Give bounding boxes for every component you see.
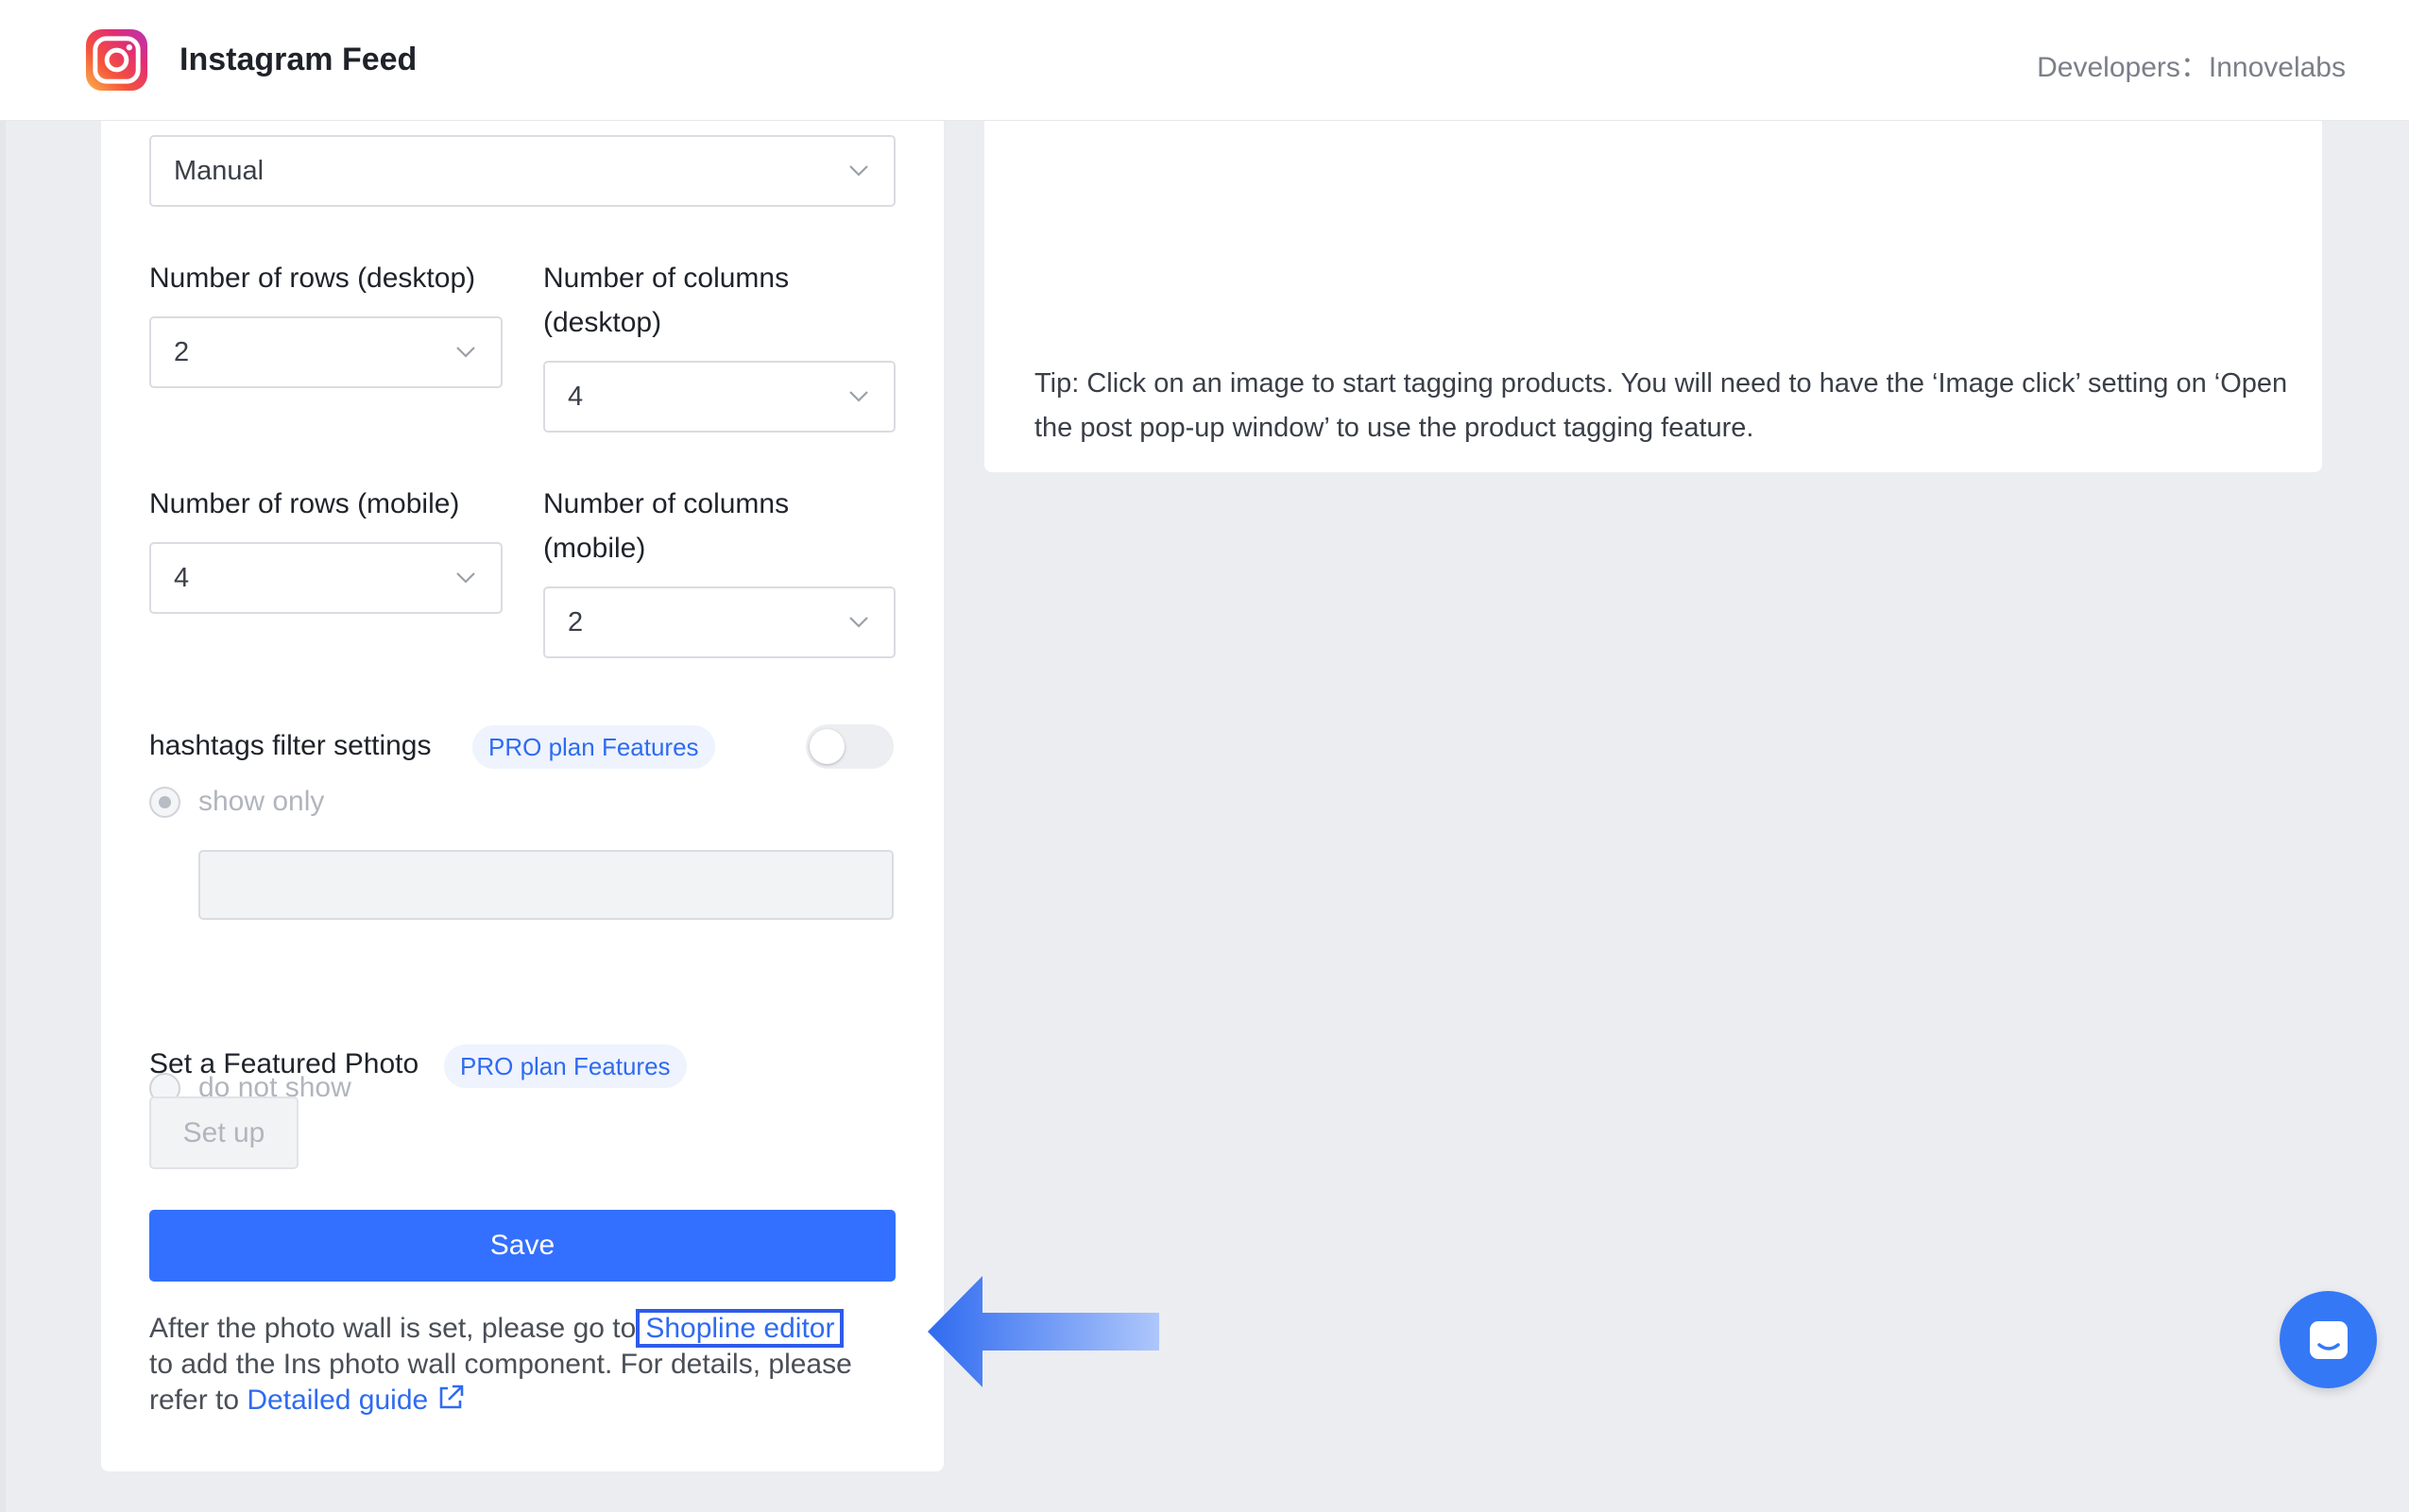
- chevron-down-icon: [849, 617, 868, 628]
- footer-text-before: After the photo wall is set, please go t…: [149, 1313, 637, 1344]
- cols-desktop-select[interactable]: 4: [543, 361, 896, 433]
- cols-mobile-label: Number of columns (mobile): [543, 482, 789, 570]
- app-title: Instagram Feed: [179, 42, 418, 77]
- cols-desktop-value: 4: [568, 381, 584, 412]
- cols-desktop-label-line1: Number of columns: [543, 263, 790, 294]
- footer-help-text: After the photo wall is set, please go t…: [149, 1309, 905, 1419]
- settings-card: Manual Number of rows (desktop) 2 Number…: [101, 121, 944, 1471]
- external-link-icon: [439, 1385, 464, 1409]
- shopline-editor-link[interactable]: Shopline editor: [636, 1309, 845, 1348]
- rows-desktop-value: 2: [174, 336, 190, 367]
- preview-card: Tip: Click on an image to start tagging …: [984, 121, 2322, 472]
- radio-show-only-label: show only: [198, 786, 325, 817]
- cols-desktop-label: Number of columns (desktop): [543, 256, 789, 345]
- chevron-down-icon: [456, 572, 475, 584]
- rows-mobile-value: 4: [174, 562, 190, 593]
- left-edge-strip: [0, 121, 6, 1512]
- chevron-down-icon: [849, 165, 868, 177]
- toggle-knob: [810, 729, 845, 764]
- detailed-guide-label: Detailed guide: [247, 1385, 429, 1416]
- setup-button[interactable]: Set up: [149, 1096, 299, 1169]
- mode-select-value: Manual: [174, 155, 265, 186]
- rows-desktop-select[interactable]: 2: [149, 316, 503, 388]
- featured-photo-label: Set a Featured Photo: [149, 1048, 419, 1079]
- chevron-down-icon: [849, 391, 868, 402]
- rows-desktop-label: Number of rows (desktop): [149, 263, 476, 294]
- developers-label: Developers：Innovelabs: [2037, 52, 2346, 83]
- pro-badge: PRO plan Features: [444, 1045, 687, 1088]
- pro-badge: PRO plan Features: [472, 725, 715, 769]
- detailed-guide-link[interactable]: Detailed guide: [247, 1385, 466, 1416]
- hashtags-input[interactable]: [198, 850, 894, 920]
- app-header: Instagram Feed Developers：Innovelabs: [0, 0, 2409, 121]
- cols-mobile-label-line2: (mobile): [543, 533, 646, 564]
- radio-show-only[interactable]: [149, 787, 180, 818]
- rows-mobile-select[interactable]: 4: [149, 542, 503, 614]
- chat-button[interactable]: [2280, 1291, 2377, 1388]
- save-button[interactable]: Save: [149, 1210, 896, 1282]
- hashtags-toggle[interactable]: [806, 724, 894, 769]
- cols-mobile-value: 2: [568, 606, 584, 637]
- hashtags-label: hashtags filter settings: [149, 730, 432, 761]
- instagram-logo: [85, 28, 148, 92]
- cols-desktop-label-line2: (desktop): [543, 307, 662, 338]
- chat-icon: [2309, 1320, 2348, 1359]
- rows-mobile-label: Number of rows (mobile): [149, 488, 460, 519]
- annotation-arrow-icon: [928, 1276, 1159, 1387]
- tagging-tip: Tip: Click on an image to start tagging …: [1034, 368, 2288, 443]
- cols-mobile-label-line1: Number of columns: [543, 488, 790, 519]
- mode-select[interactable]: Manual: [149, 135, 896, 207]
- cols-mobile-select[interactable]: 2: [543, 586, 896, 658]
- chevron-down-icon: [456, 347, 475, 358]
